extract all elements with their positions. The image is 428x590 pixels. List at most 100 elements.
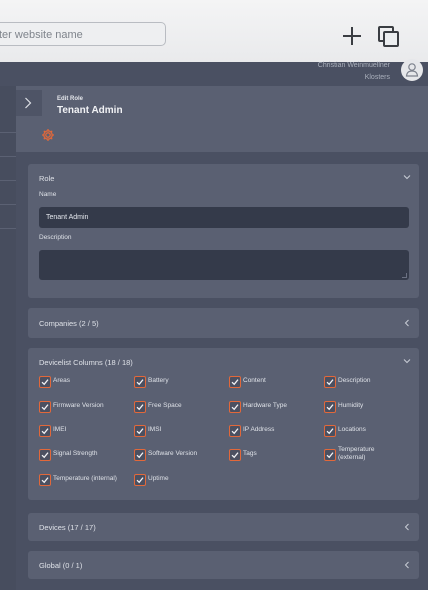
checkbox-label: Locations — [338, 426, 366, 433]
checkbox[interactable] — [134, 449, 146, 461]
checkbox-label: IMEI — [53, 426, 67, 433]
chevron-left-icon[interactable] — [403, 319, 411, 327]
devices-card[interactable]: Devices (17 / 17) — [28, 513, 419, 541]
chevron-down-icon[interactable] — [403, 173, 411, 181]
check-icon — [136, 477, 144, 484]
checkbox[interactable] — [324, 449, 336, 461]
gear-icon[interactable] — [41, 128, 55, 142]
browser-toolbar: ter website name — [0, 0, 428, 63]
user-icon — [405, 63, 419, 77]
checkbox[interactable] — [229, 449, 241, 461]
page-subtitle: Edit Role — [57, 96, 84, 102]
checkbox[interactable] — [134, 425, 146, 437]
role-header: Edit Role Tenant Admin — [16, 86, 428, 152]
devices-card-title: Devices (17 / 17) — [39, 523, 96, 532]
check-icon — [41, 452, 49, 459]
avatar[interactable] — [401, 59, 423, 81]
checkbox[interactable] — [324, 376, 336, 388]
description-field[interactable] — [39, 250, 409, 280]
checkbox[interactable] — [134, 376, 146, 388]
checkbox-label: Free Space — [148, 402, 182, 409]
main-content: Role Name Tenant Admin Description Compa… — [16, 152, 428, 590]
check-icon — [326, 452, 334, 459]
plus-icon[interactable] — [342, 26, 362, 46]
companies-card-title: Companies (2 / 5) — [39, 319, 99, 328]
url-input[interactable]: ter website name — [0, 22, 166, 46]
name-field[interactable]: Tenant Admin — [39, 207, 409, 228]
sidebar — [0, 86, 16, 590]
checkbox[interactable] — [39, 376, 51, 388]
devicelist-card-title: Devicelist Columns (18 / 18) — [39, 358, 133, 367]
column-checkbox-item[interactable]: IMEI — [39, 425, 131, 439]
user-name: Christian Weinmuellner — [317, 62, 390, 69]
checkbox[interactable] — [39, 474, 51, 486]
column-checkbox-item[interactable]: Firmware Version — [39, 401, 131, 415]
checkbox-label: Battery — [148, 377, 169, 384]
check-icon — [136, 404, 144, 411]
column-checkbox-item[interactable]: IMSI — [134, 425, 226, 439]
checkbox[interactable] — [229, 425, 241, 437]
page-title: Tenant Admin — [57, 105, 123, 116]
check-icon — [231, 404, 239, 411]
column-checkbox-item[interactable]: Humidity — [324, 401, 416, 415]
checkbox[interactable] — [324, 401, 336, 413]
column-checkbox-item[interactable]: Hardware Type — [229, 401, 321, 415]
checkbox-label: Description — [338, 377, 371, 384]
user-company: Klosters — [364, 74, 390, 81]
checkbox-label: Temperature (internal) — [53, 475, 117, 482]
chevron-right-icon — [25, 97, 32, 109]
checkbox-label: IMSI — [148, 426, 162, 433]
column-checkbox-item[interactable]: Free Space — [134, 401, 226, 415]
column-checkbox-item[interactable]: Software Version — [134, 449, 226, 463]
checkbox-label: Temperature (external) — [338, 446, 375, 461]
checkbox[interactable] — [229, 376, 241, 388]
column-checkbox-item[interactable]: Temperature (internal) — [39, 474, 131, 488]
checkbox-label: Areas — [53, 377, 70, 384]
checkbox[interactable] — [39, 425, 51, 437]
tabs-icon[interactable] — [378, 26, 399, 47]
check-icon — [136, 452, 144, 459]
check-icon — [326, 379, 334, 386]
column-checkbox-item[interactable]: Areas — [39, 376, 131, 390]
check-icon — [136, 379, 144, 386]
top-user-bar: Christian Weinmuellner Klosters — [0, 59, 428, 86]
column-checkbox-item[interactable]: IP Address — [229, 425, 321, 439]
app-window: Christian Weinmuellner Klosters Edit Rol… — [0, 59, 428, 590]
checkbox-label: Hardware Type — [243, 402, 287, 409]
check-icon — [231, 428, 239, 435]
checkbox-label: Tags — [243, 450, 257, 457]
check-icon — [41, 428, 49, 435]
expand-sidebar-button[interactable] — [16, 90, 42, 116]
role-card: Role Name Tenant Admin Description — [28, 164, 419, 298]
column-checkbox-item[interactable]: Locations — [324, 425, 416, 439]
checkbox[interactable] — [39, 401, 51, 413]
checkbox-label: Content — [243, 377, 266, 384]
check-icon — [41, 379, 49, 386]
checkbox-label: IP Address — [243, 426, 275, 433]
chevron-left-icon[interactable] — [403, 523, 411, 531]
checkbox-label: Signal Strength — [53, 450, 98, 457]
column-checkbox-item[interactable]: Battery — [134, 376, 226, 390]
checkbox[interactable] — [134, 401, 146, 413]
check-icon — [136, 428, 144, 435]
column-checkbox-item[interactable]: Temperature (external) — [324, 446, 416, 463]
checkbox[interactable] — [39, 449, 51, 461]
column-checkbox-item[interactable]: Tags — [229, 449, 321, 463]
column-checkbox-item[interactable]: Description — [324, 376, 416, 390]
checkbox[interactable] — [324, 425, 336, 437]
check-icon — [326, 404, 334, 411]
column-checkbox-item[interactable]: Signal Strength — [39, 449, 131, 463]
description-label: Description — [39, 234, 72, 241]
checkbox[interactable] — [134, 474, 146, 486]
checkbox-label: Software Version — [148, 450, 198, 457]
check-icon — [231, 379, 239, 386]
companies-card[interactable]: Companies (2 / 5) — [28, 308, 419, 338]
global-card[interactable]: Global (0 / 1) — [28, 551, 419, 579]
check-icon — [326, 428, 334, 435]
column-checkbox-item[interactable]: Content — [229, 376, 321, 390]
chevron-left-icon[interactable] — [403, 561, 411, 569]
chevron-down-icon[interactable] — [403, 357, 411, 365]
check-icon — [231, 452, 239, 459]
checkbox[interactable] — [229, 401, 241, 413]
column-checkbox-item[interactable]: Uptime — [134, 474, 226, 488]
